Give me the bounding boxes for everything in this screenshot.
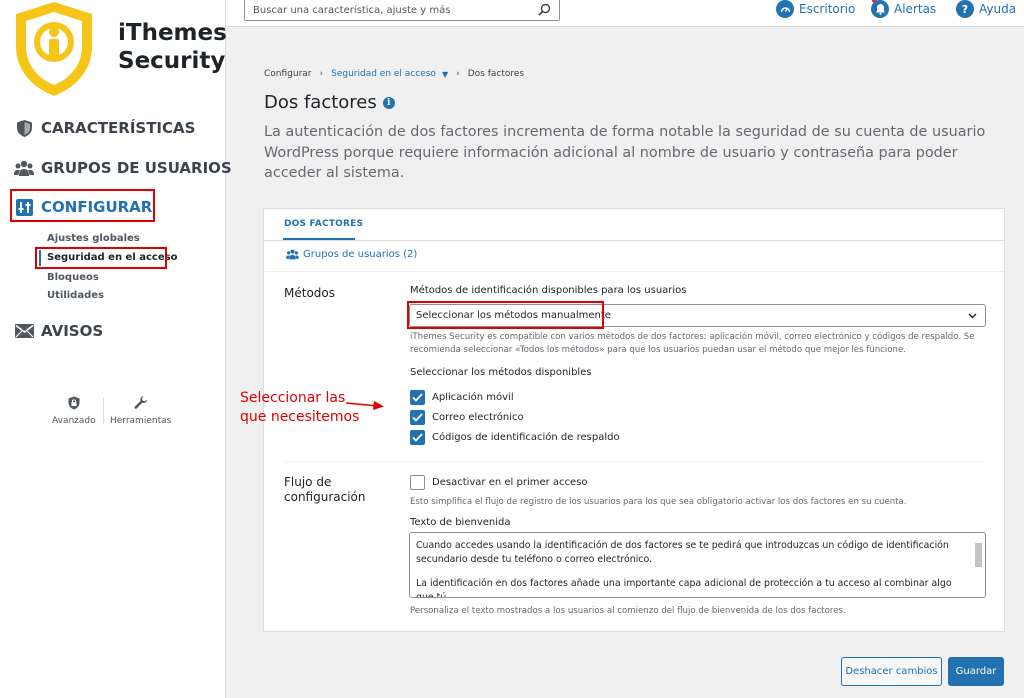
topbar: Buscar una característica, ajuste y más …: [226, 0, 1024, 27]
metodos-help-text: iThemes Security es compatible con vario…: [410, 332, 975, 355]
envelope-icon: [14, 321, 34, 341]
alertas-label: Alertas: [894, 2, 937, 16]
subnav-utilidades[interactable]: Utilidades: [47, 290, 104, 301]
chevron-right-icon: ›: [456, 69, 460, 79]
lock-shield-icon: [68, 396, 80, 410]
page-title-text: Dos factores: [264, 92, 377, 113]
checkbox-label: Desactivar en el primer acceso: [432, 477, 588, 488]
nav-label: AVISOS: [41, 322, 104, 340]
deshacer-cambios-button[interactable]: Deshacer cambios: [841, 657, 942, 686]
search-placeholder: Buscar una característica, ajuste y más: [253, 4, 451, 16]
footer-avanzado[interactable]: Avanzado: [52, 396, 96, 426]
brand-name: iThemes Security: [118, 20, 227, 74]
shield-icon: [14, 118, 34, 138]
footer-herramientas[interactable]: Herramientas: [110, 396, 171, 426]
highlight-box-seguridad: [35, 247, 167, 269]
bell-icon: [871, 0, 889, 18]
page-title: Dos factores i: [264, 92, 395, 113]
users-icon: [286, 249, 299, 260]
annotation-arrow-icon: [346, 401, 384, 410]
dashboard-icon: [776, 0, 794, 18]
checkbox-correo-electronico[interactable]: Correo electrónico: [410, 410, 524, 425]
section-label-flujo: Flujo de configuración: [284, 475, 366, 504]
texto-bienvenida-label: Texto de bienvenida: [410, 517, 511, 528]
textarea-paragraph: La identificación en dos factores añade …: [416, 578, 952, 598]
tab-dos-factores[interactable]: DOS FACTORES: [284, 219, 363, 229]
highlight-box-configurar: [10, 189, 155, 222]
ayuda-link[interactable]: ? Ayuda: [956, 0, 1016, 18]
metodos-field-label: Métodos de identificación disponibles pa…: [410, 285, 687, 296]
ithemes-logo[interactable]: iThemes Security: [12, 0, 227, 100]
checkbox-checked-icon[interactable]: [410, 410, 425, 425]
checkbox-label: Códigos de identificación de respaldo: [432, 432, 620, 443]
checkbox-desactivar-primer-acceso[interactable]: Desactivar en el primer acceso: [410, 475, 588, 490]
nav-grupos-de-usuarios[interactable]: GRUPOS DE USUARIOS: [14, 156, 232, 180]
subnav-bloqueos[interactable]: Bloqueos: [47, 272, 99, 283]
guardar-button[interactable]: Guardar: [948, 657, 1004, 686]
checkbox-unchecked-icon[interactable]: [410, 475, 425, 490]
footer-label: Avanzado: [52, 416, 96, 426]
footer-label: Herramientas: [110, 416, 172, 426]
texto-bienvenida-textarea[interactable]: Cuando accedes usando la identificación …: [409, 532, 986, 598]
grupos-de-usuarios-link[interactable]: Grupos de usuarios (2): [286, 249, 417, 260]
highlight-box-select: [407, 301, 604, 329]
help-icon: ?: [956, 0, 974, 18]
breadcrumb-current: Dos factores: [467, 69, 525, 79]
info-icon[interactable]: i: [382, 96, 395, 109]
checkbox-codigos-respaldo[interactable]: Códigos de identificación de respaldo: [410, 430, 620, 445]
nav-avisos[interactable]: AVISOS: [14, 319, 103, 343]
wrench-icon: [134, 396, 147, 409]
flujo-help-text: Esto simplifica el flujo de registro de …: [410, 497, 907, 507]
section-divider: [284, 461, 984, 462]
chevron-down-icon: [968, 311, 977, 323]
bienvenida-help-text: Personaliza el texto mostrados a los usu…: [410, 606, 846, 616]
ithemes-shield-logo-icon: [16, 2, 92, 96]
textarea-scrollbar[interactable]: [975, 543, 982, 567]
page-description: La autenticación de dos factores increme…: [264, 124, 986, 181]
tab-divider: [264, 240, 1004, 241]
search-icon[interactable]: [538, 3, 551, 19]
breadcrumb-configurar[interactable]: Configurar: [264, 69, 312, 79]
checkbox-checked-icon[interactable]: [410, 390, 425, 405]
checkbox-checked-icon[interactable]: [410, 430, 425, 445]
ayuda-label: Ayuda: [979, 2, 1017, 16]
available-methods-label: Seleccionar los métodos disponibles: [410, 367, 592, 378]
grupos-link-label: Grupos de usuarios (2): [303, 249, 418, 260]
nav-label: GRUPOS DE USUARIOS: [41, 159, 232, 177]
escritorio-label: Escritorio: [799, 2, 856, 16]
footer-divider: [103, 398, 104, 424]
alertas-link[interactable]: Alertas: [871, 0, 936, 18]
search-input[interactable]: Buscar una característica, ajuste y más: [244, 0, 560, 21]
settings-card: DOS FACTORES Grupos de usuarios (2) Méto…: [263, 208, 1005, 632]
breadcrumb: Configurar › Seguridad en el acceso ▼ › …: [264, 69, 524, 79]
users-icon: [14, 158, 34, 178]
nav-caracteristicas[interactable]: CARACTERÍSTICAS: [14, 116, 195, 140]
checkbox-label: Correo electrónico: [432, 412, 524, 423]
subnav-ajustes-globales[interactable]: Ajustes globales: [47, 233, 140, 244]
annotation-text: Seleccionar las que necesitemos: [240, 390, 360, 425]
sidebar: iThemes Security CARACTERÍSTICAS GRUPOS …: [0, 0, 232, 698]
breadcrumb-seguridad[interactable]: Seguridad en el acceso: [331, 69, 436, 79]
section-label-metodos: Métodos: [284, 286, 335, 300]
textarea-paragraph: Cuando accedes usando la identificación …: [416, 540, 949, 565]
section-divider: [264, 271, 1004, 272]
checkbox-aplicacion-movil[interactable]: Aplicación móvil: [410, 390, 514, 405]
escritorio-link[interactable]: Escritorio: [776, 0, 855, 18]
checkbox-label: Aplicación móvil: [432, 392, 514, 403]
nav-label: CARACTERÍSTICAS: [41, 119, 196, 137]
caret-down-icon[interactable]: ▼: [442, 70, 448, 79]
chevron-right-icon: ›: [319, 69, 324, 79]
